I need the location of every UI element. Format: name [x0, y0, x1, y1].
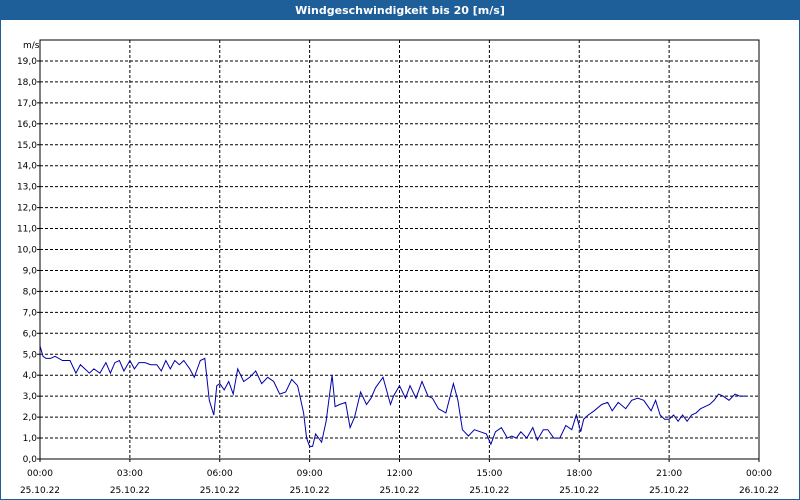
x-tick-time: 00:00 [746, 469, 772, 479]
x-tick-date: 25.10.22 [200, 486, 240, 496]
y-tick-labels: 0,0 1,0 2,0 3,0 4,0 5,0 6,0 7,0 8,0 9,0 10,0 11,0 12… [17, 57, 37, 465]
y-tick-label: 17,0 [17, 99, 37, 109]
y-tick-label: 18,0 [17, 78, 37, 88]
y-tick-label: 1,0 [23, 434, 38, 444]
x-tick-time: 06:00 [207, 469, 233, 479]
y-tick-label: 11,0 [17, 225, 37, 235]
y-tick-label: 7,0 [23, 308, 38, 318]
x-tick-date: 25.10.22 [110, 486, 150, 496]
y-tick-label: 13,0 [17, 183, 37, 193]
y-axis-label: m/s [23, 41, 40, 51]
y-tick-label: 10,0 [17, 246, 37, 256]
y-tick-label: 4,0 [23, 371, 38, 381]
x-tick-time: 03:00 [117, 469, 143, 479]
x-tick-date: 25.10.22 [379, 486, 419, 496]
x-tick-date: 25.10.22 [20, 486, 60, 496]
x-tick-date: 25.10.22 [559, 486, 599, 496]
y-tick-label: 14,0 [17, 162, 37, 172]
y-tick-label: 0,0 [23, 455, 38, 465]
y-tick-label: 8,0 [23, 287, 38, 297]
x-tick-date: 25.10.22 [469, 486, 509, 496]
y-tick-label: 12,0 [17, 204, 37, 214]
x-tick-time: 15:00 [476, 469, 502, 479]
y-tick-label: 5,0 [23, 350, 38, 360]
line-chart: m/s 0,0 1,0 2,0 3,0 4,0 5,0 6,0 7,0 8,0 9,0 10,0 11… [17, 39, 779, 496]
x-tick-date: 25.10.22 [290, 486, 330, 496]
x-tick-time: 21:00 [656, 469, 682, 479]
y-tick-label: 9,0 [23, 266, 38, 276]
x-tick-time: 00:00 [27, 469, 53, 479]
y-tick-label: 6,0 [23, 329, 38, 339]
y-tick-label: 19,0 [17, 57, 37, 67]
x-tick-date: 25.10.22 [649, 486, 689, 496]
y-tick-label: 3,0 [23, 392, 38, 402]
y-tick-label: 16,0 [17, 120, 37, 130]
x-tick-time: 12:00 [387, 469, 413, 479]
grid [37, 40, 760, 462]
y-tick-label: 15,0 [17, 141, 37, 151]
x-tick-time: 18:00 [566, 469, 592, 479]
y-tick-label: 2,0 [23, 413, 38, 423]
x-tick-date: 26.10.22 [739, 486, 779, 496]
x-tick-labels: 00:00 25.10.22 03:00 25.10.22 06:00 25.10.22 0… [20, 469, 779, 496]
x-tick-time: 09:00 [297, 469, 323, 479]
